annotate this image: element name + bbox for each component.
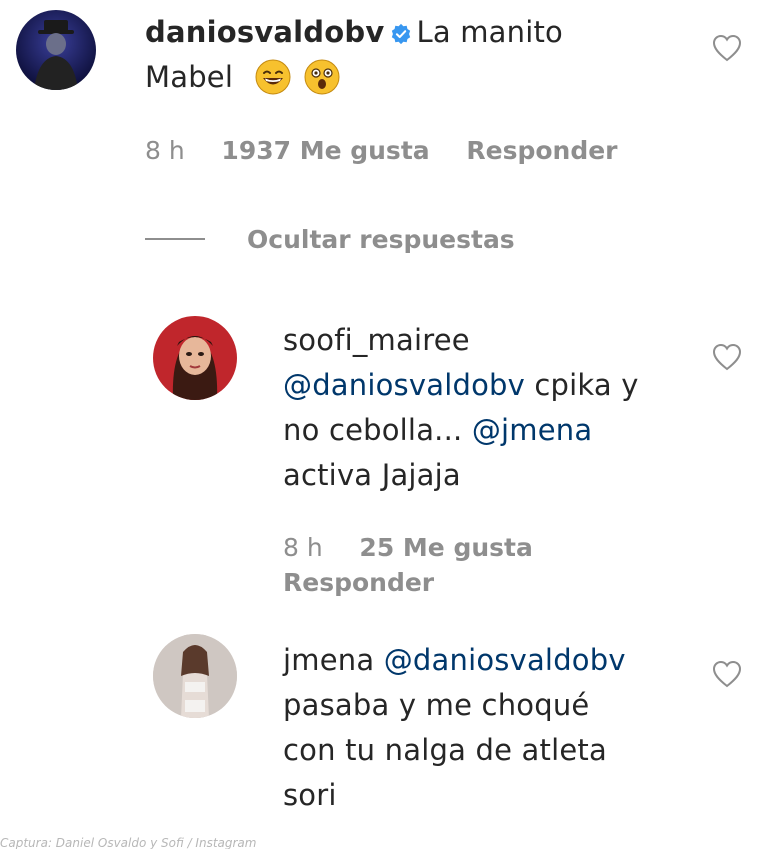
reply-1-text-2: no cebolla... <box>283 413 472 447</box>
reply-1-text: soofi_mairee @daniosvaldobv cpika y no c… <box>283 318 703 498</box>
verified-badge-icon <box>392 23 411 45</box>
reply-1-text-3: activa Jajaja <box>283 458 461 492</box>
main-comment-text: daniosvaldobv La manito Mabel <box>145 10 705 100</box>
reply-1-time: 8 h <box>283 533 323 562</box>
avatar-jmena[interactable] <box>153 634 237 718</box>
like-heart-icon[interactable] <box>712 660 742 688</box>
reply-2-mention-1[interactable]: @daniosvaldobv <box>384 643 626 677</box>
grinning-face-emoji-icon <box>255 59 291 95</box>
main-comment-line1: La manito <box>416 15 563 49</box>
main-comment-username[interactable]: daniosvaldobv <box>145 15 384 49</box>
reply-1-likes[interactable]: 25 Me gusta <box>359 533 532 562</box>
avatar-soofi-mairee[interactable] <box>153 316 237 400</box>
reply-2-text: jmena @daniosvaldobv pasaba y me choqué … <box>283 638 703 818</box>
astonished-face-emoji-icon <box>304 59 340 95</box>
image-caption: Captura: Daniel Osvaldo y Sofi / Instagr… <box>0 836 257 849</box>
reply-1-reply-button[interactable]: Responder <box>283 568 434 597</box>
hide-replies-button[interactable]: Ocultar respuestas <box>145 222 515 256</box>
like-heart-icon[interactable] <box>712 34 742 62</box>
reply-2-line-4: sori <box>283 778 337 812</box>
reply-2-line-3: con tu nalga de atleta <box>283 733 607 767</box>
reply-1-text-1: cpika y <box>524 368 639 402</box>
avatar-daniosvaldobv[interactable] <box>16 10 96 90</box>
reply-2-username[interactable]: jmena <box>283 643 374 677</box>
reply-1-mention-1[interactable]: @daniosvaldobv <box>283 368 525 402</box>
main-comment-line2: Mabel <box>145 60 234 94</box>
reply-1-mention-2[interactable]: @jmena <box>472 413 593 447</box>
reply-1-username[interactable]: soofi_mairee <box>283 323 470 357</box>
hide-replies-label: Ocultar respuestas <box>247 224 515 254</box>
main-comment-likes[interactable]: 1937 Me gusta <box>221 136 429 165</box>
main-comment-time: 8 h <box>145 136 185 165</box>
reply-2-line-2: pasaba y me choqué <box>283 688 590 722</box>
main-comment-meta: 8 h 1937 Me gusta Responder <box>145 136 646 165</box>
like-heart-icon[interactable] <box>712 343 742 371</box>
main-comment-reply-button[interactable]: Responder <box>466 136 617 165</box>
reply-1-meta: 8 h 25 Me gusta <box>283 533 561 562</box>
divider-line <box>145 238 205 240</box>
